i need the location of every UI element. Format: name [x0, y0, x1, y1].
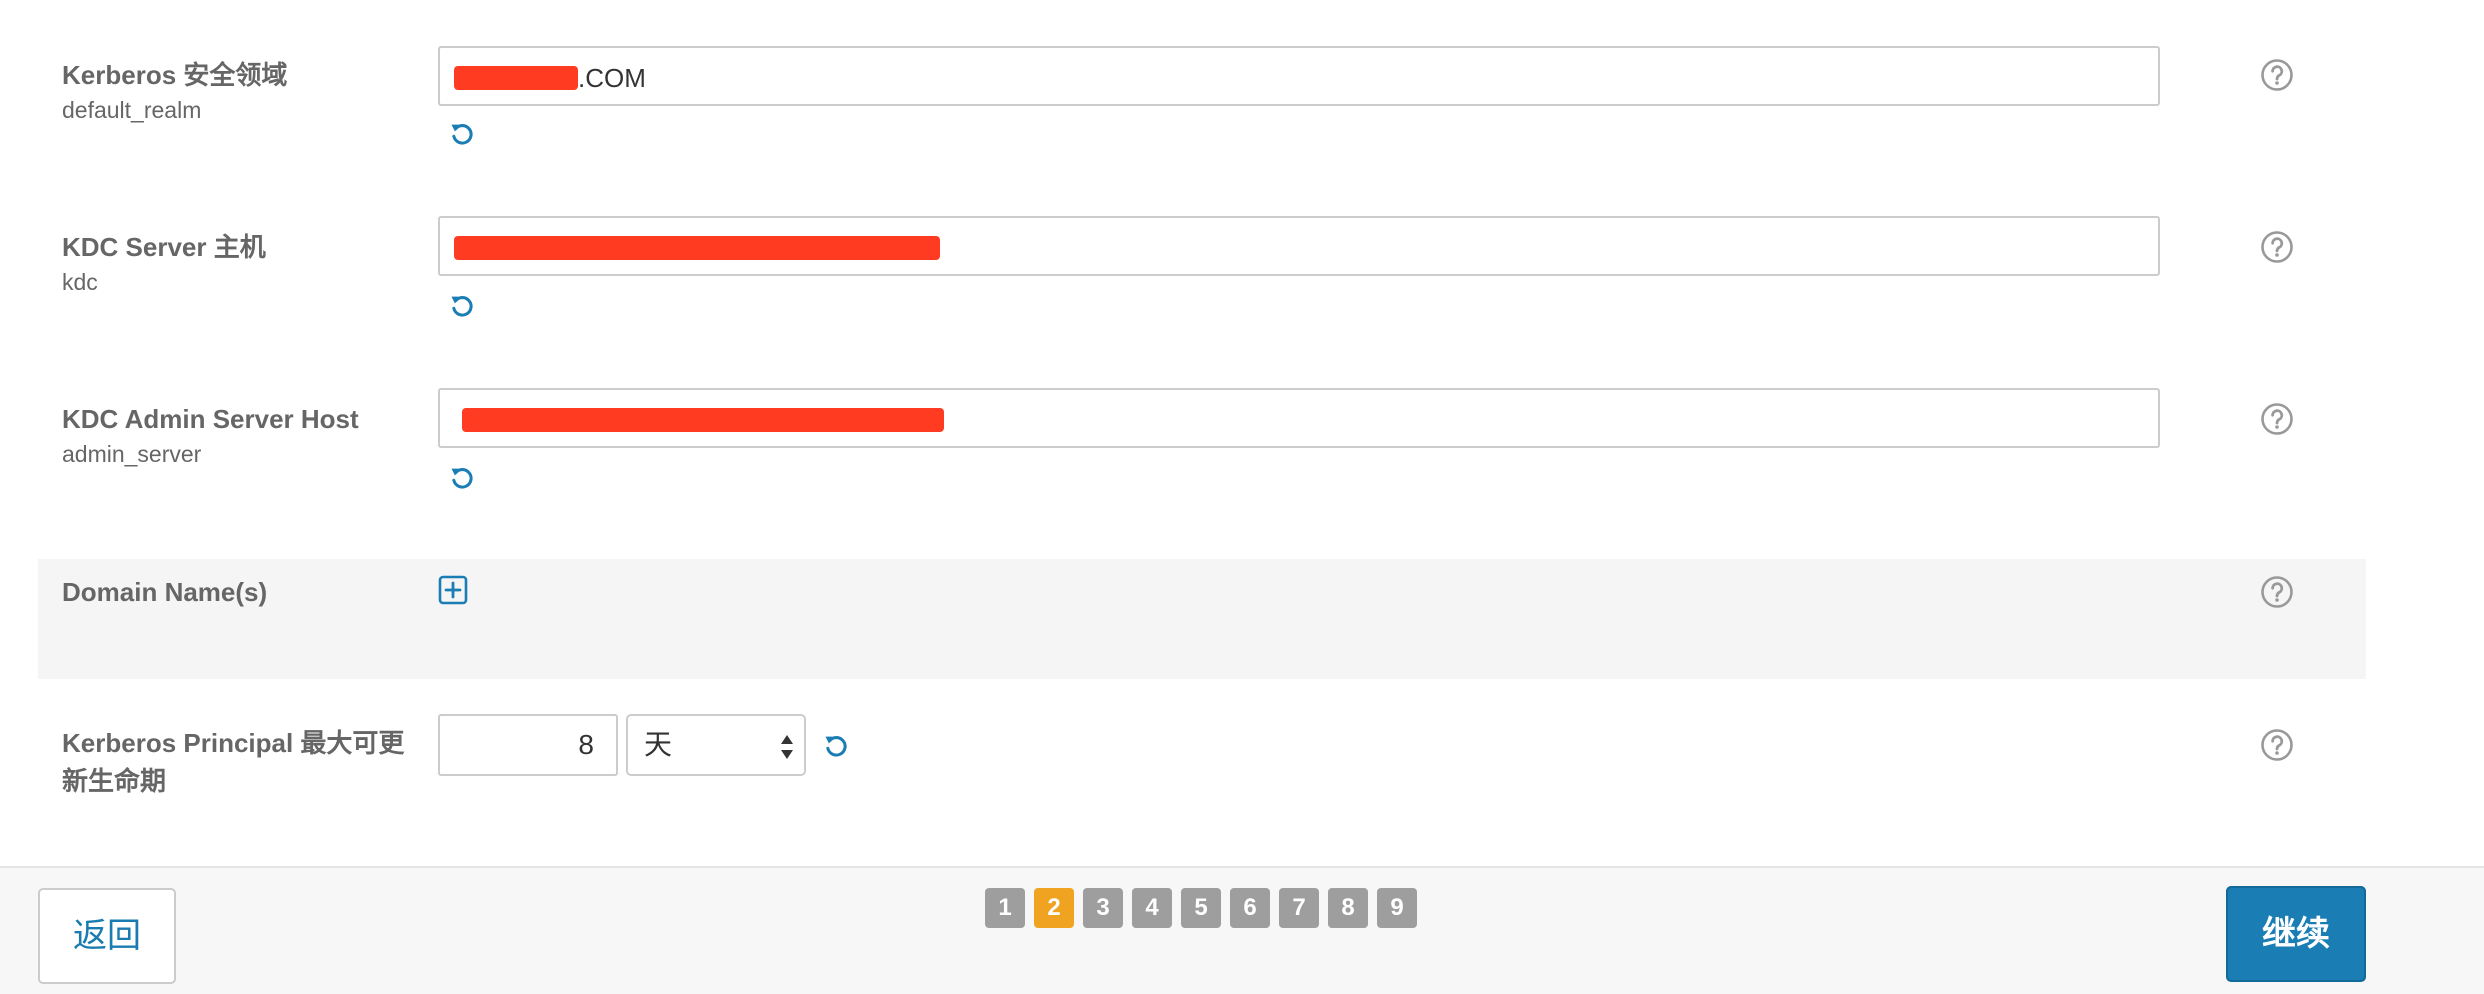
field-label-block: Kerberos 安全领域 default_realm: [62, 56, 422, 126]
field-label: Kerberos 安全领域: [62, 60, 288, 90]
field-label-block: KDC Server 主机 kdc: [62, 228, 422, 298]
realm-value-suffix: .COM: [578, 63, 646, 94]
field-label-block: Domain Name(s): [62, 573, 422, 611]
row-kdc: KDC Server 主机 kdc: [38, 216, 2366, 348]
back-button[interactable]: 返回: [38, 888, 176, 984]
field-label-line-1: Kerberos Principal 最大可更: [62, 728, 405, 758]
field-key: admin_server: [62, 441, 202, 467]
lifetime-unit-select[interactable]: 天: [626, 714, 806, 776]
step-7-button[interactable]: 7: [1279, 888, 1319, 928]
help-icon[interactable]: [2260, 575, 2294, 609]
field-label-line-2: 新生命期: [62, 766, 167, 796]
step-8-button[interactable]: 8: [1328, 888, 1368, 928]
field-key: kdc: [62, 269, 98, 295]
field-label: Domain Name(s): [62, 577, 268, 607]
step-3-button[interactable]: 3: [1083, 888, 1123, 928]
step-4-button[interactable]: 4: [1132, 888, 1172, 928]
step-1-button[interactable]: 1: [985, 888, 1025, 928]
admin-server-input[interactable]: [438, 388, 2160, 448]
step-2-button[interactable]: 2: [1034, 888, 1074, 928]
row-domain-names: Domain Name(s): [38, 559, 2366, 679]
wizard-footer: 返回 1 2 3 4 5 6 7 8 9 继续: [0, 866, 2484, 994]
field-label: KDC Admin Server Host: [62, 404, 359, 434]
undo-icon[interactable]: [448, 464, 476, 492]
row-max-renewable-life: Kerberos Principal 最大可更 新生命期 8 天: [38, 714, 2366, 824]
step-9-button[interactable]: 9: [1377, 888, 1417, 928]
redacted-text: [454, 236, 940, 261]
select-arrows-icon: [781, 735, 793, 759]
add-domain-icon[interactable]: [438, 575, 468, 605]
lifetime-unit-value: 天: [644, 729, 673, 760]
continue-button[interactable]: 继续: [2226, 886, 2366, 982]
redacted-text: [462, 408, 944, 433]
help-icon[interactable]: [2260, 58, 2294, 92]
undo-icon[interactable]: [822, 732, 850, 760]
kdc-host-input[interactable]: [438, 216, 2160, 276]
kerberos-config-page: Kerberos 安全领域 default_realm .COM KDC Ser…: [0, 0, 2484, 994]
realm-input[interactable]: .COM: [438, 46, 2160, 106]
lifetime-value-input[interactable]: 8: [438, 714, 618, 776]
help-icon[interactable]: [2260, 230, 2294, 264]
wizard-step-pager: 1 2 3 4 5 6 7 8 9: [985, 888, 1417, 930]
row-admin-server: KDC Admin Server Host admin_server: [38, 388, 2366, 520]
field-key: default_realm: [62, 97, 202, 123]
row-default-realm: Kerberos 安全领域 default_realm .COM: [38, 46, 2366, 176]
undo-icon[interactable]: [448, 120, 476, 148]
help-icon[interactable]: [2260, 402, 2294, 436]
step-6-button[interactable]: 6: [1230, 888, 1270, 928]
help-icon[interactable]: [2260, 728, 2294, 762]
redacted-text: [454, 66, 578, 91]
field-label: KDC Server 主机: [62, 232, 266, 262]
field-label-block: KDC Admin Server Host admin_server: [62, 400, 422, 470]
step-5-button[interactable]: 5: [1181, 888, 1221, 928]
field-label-block: Kerberos Principal 最大可更 新生命期: [62, 724, 442, 800]
undo-icon[interactable]: [448, 292, 476, 320]
